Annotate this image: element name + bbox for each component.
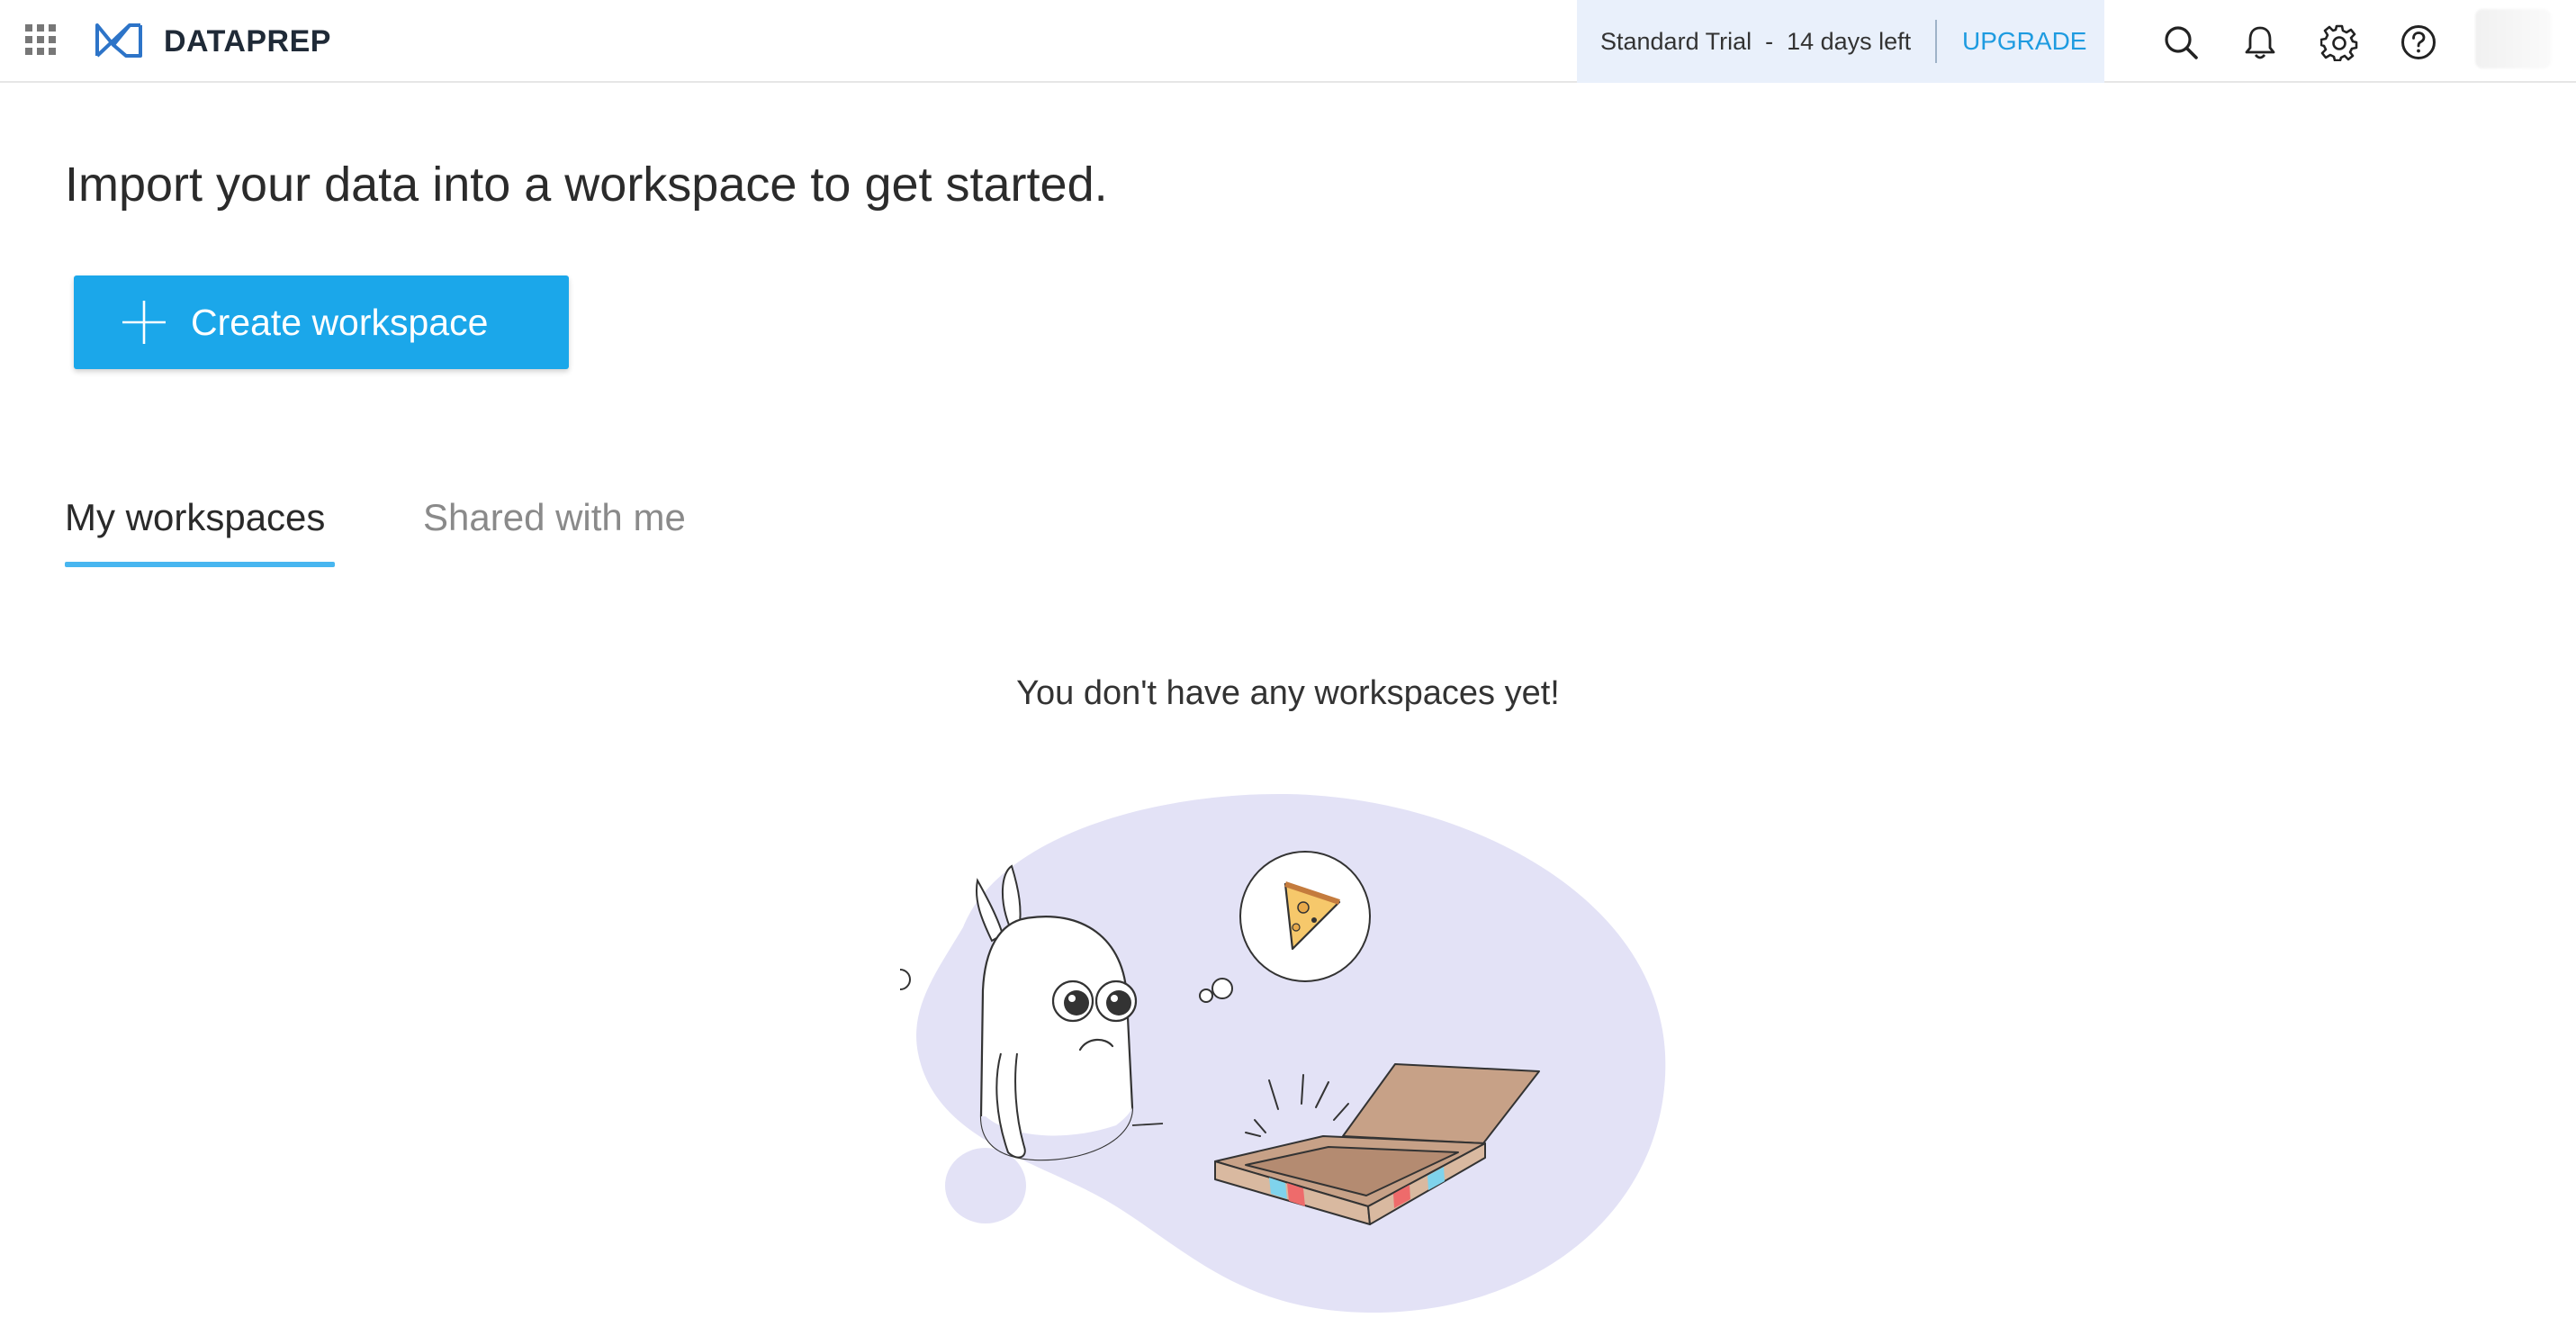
empty-pizza-box-illustration bbox=[900, 793, 1666, 1313]
gear-icon[interactable] bbox=[2320, 23, 2358, 61]
page-headline: Import your data into a workspace to get… bbox=[65, 158, 1108, 212]
help-icon[interactable] bbox=[2400, 23, 2437, 61]
tab-my-workspaces[interactable]: My workspaces bbox=[65, 491, 325, 545]
empty-state-message: You don't have any workspaces yet! bbox=[1016, 674, 1560, 712]
create-workspace-label: Create workspace bbox=[191, 302, 489, 343]
apps-grid-icon[interactable] bbox=[25, 24, 56, 55]
top-bar: DATAPREP Standard Trial - 14 days left U… bbox=[0, 0, 2576, 83]
create-workspace-button[interactable]: Create workspace bbox=[74, 275, 569, 369]
trial-divider bbox=[1935, 20, 1937, 63]
dataprep-logo-icon bbox=[95, 23, 142, 58]
active-tab-indicator bbox=[65, 562, 335, 567]
trial-status-text: Standard Trial - 14 days left bbox=[1600, 28, 1912, 55]
brand-name: DATAPREP bbox=[164, 24, 331, 59]
illustration-small-blob bbox=[945, 1148, 1026, 1223]
tab-shared-with-me[interactable]: Shared with me bbox=[423, 491, 686, 545]
trial-banner: Standard Trial - 14 days left UPGRADE bbox=[1577, 0, 2104, 83]
user-avatar[interactable] bbox=[2475, 9, 2551, 68]
bell-icon[interactable] bbox=[2241, 23, 2279, 61]
search-icon[interactable] bbox=[2162, 23, 2200, 61]
upgrade-link[interactable]: UPGRADE bbox=[1962, 0, 2086, 83]
plus-icon bbox=[122, 301, 166, 344]
